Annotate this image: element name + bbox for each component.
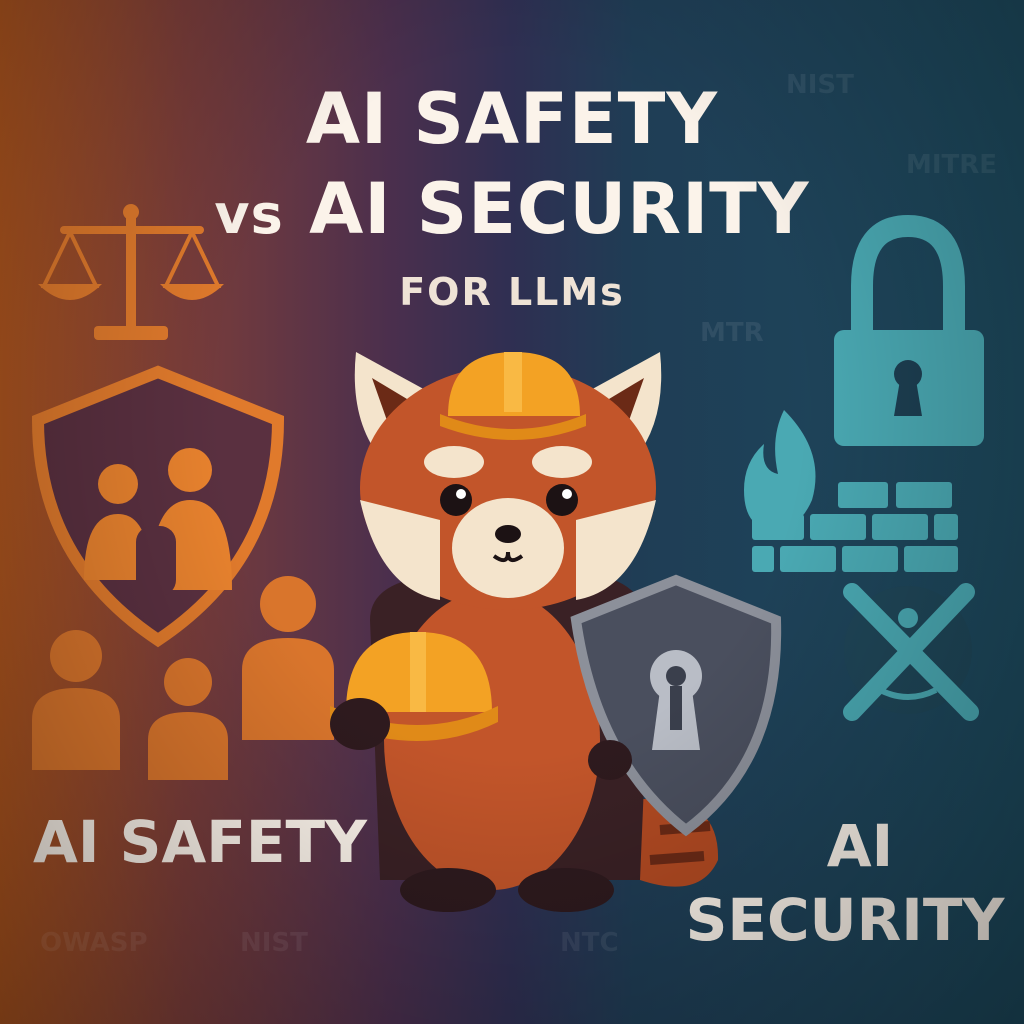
ai-security-label-line-1: AI: [826, 812, 894, 880]
headline-security: AI SECURITY: [309, 168, 810, 250]
ai-safety-label: AI SAFETY: [32, 808, 368, 876]
headline-vs: vs: [214, 183, 284, 246]
padlock-icon: [834, 214, 984, 446]
headline-line-1: AI SAFETY: [305, 78, 719, 160]
shield-people-icon: [31, 365, 285, 648]
ai-security-label-line-2: SECURITY: [685, 886, 1005, 954]
subtitle: FOR LLMs: [399, 270, 625, 314]
cross-icon: [843, 583, 979, 721]
headline-line-2: vs AI SECURITY: [0, 168, 1024, 250]
poster: NIST MITRE MTR OWASP NIST NTC AI SAFETY …: [0, 0, 1024, 1024]
